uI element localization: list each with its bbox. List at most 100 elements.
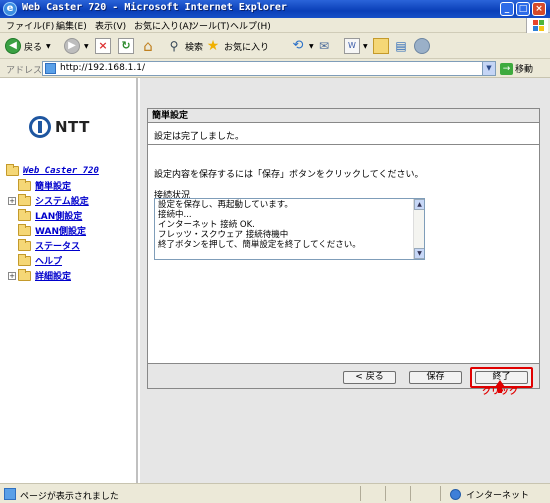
- mail-icon: ✉: [318, 39, 330, 53]
- address-input[interactable]: http://192.168.1.1/ ▼: [42, 61, 496, 76]
- research-icon: ▤: [395, 39, 407, 53]
- menu-favorites[interactable]: お気に入り(A): [134, 19, 192, 32]
- completion-row: 設定は完了しました。: [148, 123, 539, 145]
- window-title-bar: e Web Caster 720 - Microsoft Internet Ex…: [0, 0, 550, 18]
- history-button[interactable]: ⟲ ▼: [290, 37, 314, 55]
- folder-icon: [18, 238, 31, 251]
- folder-icon: [373, 38, 389, 54]
- star-icon: ★: [206, 38, 220, 54]
- page-icon: [45, 63, 56, 74]
- folder-open-icon: [6, 164, 19, 176]
- sidebar-item-wan-settings[interactable]: WAN側設定: [8, 223, 87, 237]
- sidebar-item-label: システム設定: [35, 197, 89, 207]
- status-scrollbar[interactable]: ▲ ▼: [413, 199, 424, 259]
- favorites-button-label: お気に入り: [224, 42, 270, 53]
- sidebar-item-label: 詳細設定: [35, 272, 72, 282]
- status-divider: [360, 486, 361, 501]
- menu-file[interactable]: ファイル(F): [6, 19, 54, 32]
- search-button-label: 検索: [185, 42, 204, 53]
- folder-icon: [18, 178, 31, 191]
- minimize-button[interactable]: _: [500, 2, 514, 16]
- folder-icon: [18, 253, 31, 266]
- sidebar-item-label: ヘルプ: [35, 257, 63, 267]
- save-instruction: 設定内容を保存するには「保存」ボタンをクリックしてください。: [154, 170, 424, 180]
- sidebar-item-status[interactable]: ステータス: [8, 238, 80, 252]
- back-step-button[interactable]: < 戻る: [343, 371, 396, 384]
- status-line: フレッツ・スクウェア 接続待機中: [158, 230, 289, 240]
- address-url: http://192.168.1.1/: [60, 63, 145, 73]
- maximize-button[interactable]: □: [516, 2, 530, 16]
- status-line: インターネット 接続 OK.: [158, 220, 255, 230]
- scroll-down-icon[interactable]: ▼: [414, 248, 424, 259]
- save-button[interactable]: 保存: [409, 371, 462, 384]
- chevron-down-icon[interactable]: ▼: [482, 62, 495, 75]
- messenger-button[interactable]: [414, 37, 430, 55]
- status-line: 終了ボタンを押して、簡単設定を終了してください。: [158, 240, 361, 250]
- status-divider: [410, 486, 411, 501]
- status-bar: ページが表示されました インターネット: [0, 483, 550, 503]
- window-title: Web Caster 720 - Microsoft Internet Expl…: [22, 2, 287, 13]
- scroll-up-icon[interactable]: ▲: [414, 199, 424, 210]
- sidebar-item-advanced-settings[interactable]: + 詳細設定: [8, 268, 72, 282]
- security-zone-label: インターネット: [466, 491, 530, 501]
- refresh-button[interactable]: ↻: [118, 37, 134, 55]
- ntt-logo-text: NTT: [55, 118, 90, 136]
- folder-icon: [18, 193, 31, 206]
- sidebar-item-easy-setup[interactable]: 簡単設定: [8, 178, 71, 192]
- mail-button[interactable]: ✉: [316, 37, 332, 55]
- menu-edit[interactable]: 編集(E): [56, 19, 87, 32]
- forward-button[interactable]: ▶ ▼: [64, 37, 89, 55]
- forward-arrow-icon: ▶: [64, 38, 80, 54]
- folder-icon: [18, 268, 31, 281]
- back-button-label: 戻る: [24, 42, 43, 53]
- home-icon: ⌂: [143, 37, 153, 55]
- ntt-logo-mark-icon: [29, 116, 51, 138]
- completion-message: 設定は完了しました。: [154, 132, 245, 142]
- security-zone: インターネット: [450, 488, 529, 501]
- windows-logo-icon: [526, 18, 548, 33]
- main-frame: 簡単設定 設定は完了しました。 設定内容を保存するには「保存」ボタンをクリックし…: [140, 78, 550, 483]
- sidebar-item-help[interactable]: ヘルプ: [8, 253, 63, 267]
- ie-logo-icon: e: [3, 2, 17, 16]
- chevron-down-icon: ▼: [84, 42, 89, 50]
- menu-help[interactable]: ヘルプ(H): [230, 19, 271, 32]
- refresh-icon: ↻: [118, 38, 134, 54]
- home-button[interactable]: ⌂: [140, 37, 156, 55]
- search-button[interactable]: ⚲ 検索: [166, 37, 203, 55]
- page-content: NTT Web Caster 720 簡単設定 + システム設定 LAN側設定: [0, 78, 550, 483]
- print-icon: W: [344, 38, 360, 54]
- status-line: 設定を保存し、再起動しています。: [158, 200, 293, 210]
- connection-status-textarea[interactable]: 設定を保存し、再起動しています。 接続中... インターネット 接続 OK. フレッツ…: [154, 198, 425, 260]
- status-divider: [440, 486, 441, 501]
- menu-tools[interactable]: ツール(T): [190, 19, 230, 32]
- back-button[interactable]: ◀ 戻る ▼: [5, 37, 51, 55]
- favorites-button[interactable]: ★ お気に入り: [205, 37, 269, 55]
- sidebar-item-label: WAN側設定: [35, 227, 87, 237]
- menu-view[interactable]: 表示(V): [95, 19, 126, 32]
- close-button[interactable]: ×: [532, 2, 546, 16]
- research-button[interactable]: ▤: [393, 37, 409, 55]
- sidebar-item-label: LAN側設定: [35, 212, 83, 222]
- ntt-logo: NTT: [29, 116, 90, 138]
- chevron-down-icon: ▼: [309, 42, 314, 50]
- nav-root[interactable]: Web Caster 720: [6, 164, 99, 176]
- toolbar: ◀ 戻る ▼ ▶ ▼ × ↻ ⌂ ⚲ 検索 ★ お気に入り ⟲ ▼ ✉ W ▼ …: [0, 33, 550, 59]
- sidebar-item-lan-settings[interactable]: LAN側設定: [8, 208, 83, 222]
- expand-icon[interactable]: +: [8, 196, 16, 205]
- address-bar: アドレス(D) http://192.168.1.1/ ▼ → 移動: [0, 59, 550, 78]
- status-divider: [385, 486, 386, 501]
- messenger-icon: [414, 38, 430, 54]
- status-line: 接続中...: [158, 210, 192, 220]
- go-arrow-icon: →: [500, 62, 513, 75]
- folder-button[interactable]: [373, 37, 389, 55]
- print-button[interactable]: W ▼: [344, 37, 368, 55]
- sidebar: NTT Web Caster 720 簡単設定 + システム設定 LAN側設定: [0, 78, 138, 483]
- expand-icon[interactable]: +: [8, 271, 16, 280]
- nav-root-label: Web Caster 720: [23, 166, 99, 176]
- chevron-down-icon: ▼: [363, 42, 368, 50]
- sidebar-item-system-settings[interactable]: + システム設定: [8, 193, 89, 207]
- go-button[interactable]: → 移動: [500, 62, 533, 75]
- menu-bar: ファイル(F) 編集(E) 表示(V) お気に入り(A) ツール(T) ヘルプ(…: [0, 18, 550, 33]
- stop-button[interactable]: ×: [95, 37, 111, 55]
- history-icon: ⟲: [292, 38, 304, 53]
